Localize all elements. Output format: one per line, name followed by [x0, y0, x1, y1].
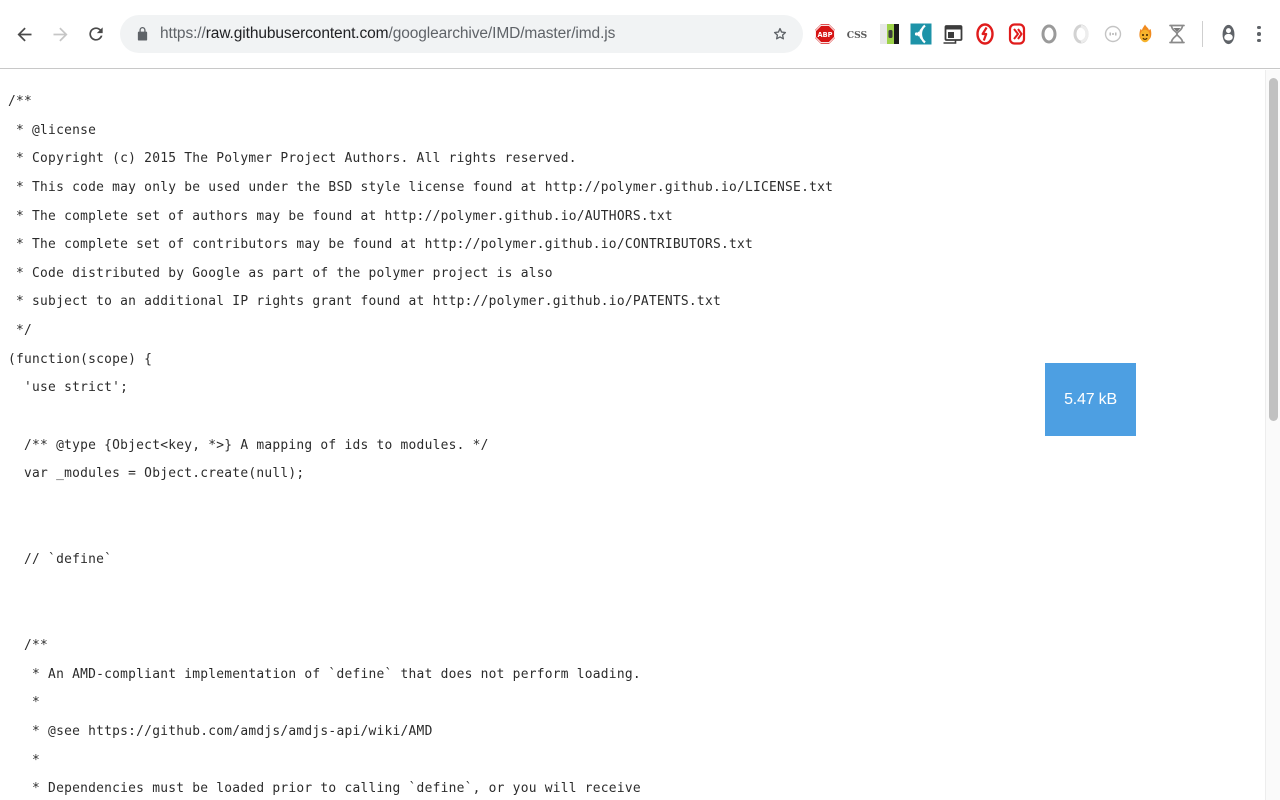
code-line: * The complete set of contributors may b…: [8, 237, 754, 253]
code-line: */: [8, 323, 33, 339]
vertical-scrollbar[interactable]: [1265, 70, 1280, 800]
url-scheme: https://: [160, 25, 206, 42]
css-extension-icon[interactable]: CSS: [842, 19, 872, 49]
star-icon: [773, 27, 787, 40]
code-line: // `define`: [8, 552, 113, 568]
red-circle-extension-icon[interactable]: [970, 19, 1000, 49]
code-line: * This code may only be used under the B…: [8, 179, 834, 195]
code-line: * subject to an additional IP rights gra…: [8, 294, 721, 310]
three-dot-menu-icon: [1257, 25, 1261, 43]
code-line: (function(scope) {: [8, 351, 153, 367]
green-panel-extension-icon[interactable]: [874, 19, 904, 49]
url-path: /googlearchive/IMD/master/imd.js: [388, 25, 616, 42]
address-bar[interactable]: https://raw.githubusercontent.com/google…: [120, 15, 803, 53]
gray-ring-extension-icon[interactable]: [1034, 19, 1064, 49]
chrome-menu-button[interactable]: [1246, 18, 1272, 50]
forward-button[interactable]: [42, 16, 78, 52]
code-line: *: [8, 752, 41, 768]
code-line: var _modules = Object.create(null);: [8, 466, 305, 482]
adblock-plus-icon[interactable]: ABP: [810, 19, 840, 49]
extensions-toolbar: ABP CSS: [809, 15, 1193, 53]
outline-ring-extension-icon[interactable]: [1098, 19, 1128, 49]
file-size-label: 5.47 kB: [1064, 390, 1117, 408]
forward-arrow-icon: [53, 27, 67, 41]
code-line: * @license: [8, 122, 97, 138]
toolbar-separator: [1202, 21, 1203, 47]
code-line: * Code distributed by Google as part of …: [8, 265, 553, 281]
css-extension-label: CSS: [847, 30, 868, 41]
code-line: * Copyright (c) 2015 The Polymer Project…: [8, 151, 577, 167]
red-rounded-extension-icon[interactable]: [1002, 19, 1032, 49]
svg-text:ABP: ABP: [818, 31, 833, 39]
code-line: * The complete set of authors may be fou…: [8, 208, 673, 224]
code-line: /** @type {Object<key, *>} A mapping of …: [8, 437, 489, 453]
reload-button[interactable]: [78, 16, 114, 52]
window-stack-extension-icon[interactable]: [938, 19, 968, 49]
scrollbar-thumb[interactable]: [1269, 78, 1278, 421]
url-host: raw.githubusercontent.com: [205, 25, 389, 42]
raw-source-text: /** * @license * Copyright (c) 2015 The …: [8, 88, 833, 800]
code-line: *: [8, 695, 41, 711]
code-line: /**: [8, 638, 49, 654]
back-button[interactable]: [6, 16, 42, 52]
flame-extension-icon[interactable]: [1130, 19, 1160, 49]
hourglass-extension-icon[interactable]: [1162, 19, 1192, 49]
code-line: * @see https://github.com/amdjs/amdjs-ap…: [8, 724, 433, 740]
profile-avatar-button[interactable]: [1212, 18, 1244, 50]
bookmark-star-button[interactable]: [763, 17, 797, 51]
code-line: * Dependencies must be loaded prior to c…: [8, 781, 641, 797]
back-arrow-icon: [17, 27, 31, 41]
code-line: * An AMD-compliant implementation of `de…: [8, 666, 641, 682]
light-gray-ring-extension-icon[interactable]: [1066, 19, 1096, 49]
reload-icon: [89, 27, 103, 41]
person-avatar-icon: [1222, 24, 1234, 44]
file-size-badge: 5.47 kB: [1045, 363, 1136, 436]
page-content: /** * @license * Copyright (c) 2015 The …: [0, 70, 1280, 800]
teal-wave-extension-icon[interactable]: [906, 19, 936, 49]
lock-icon: [136, 26, 149, 42]
url-text: https://raw.githubusercontent.com/google…: [160, 25, 615, 43]
code-line: /**: [8, 94, 33, 109]
code-line: 'use strict';: [8, 380, 129, 396]
browser-toolbar: https://raw.githubusercontent.com/google…: [0, 0, 1280, 69]
